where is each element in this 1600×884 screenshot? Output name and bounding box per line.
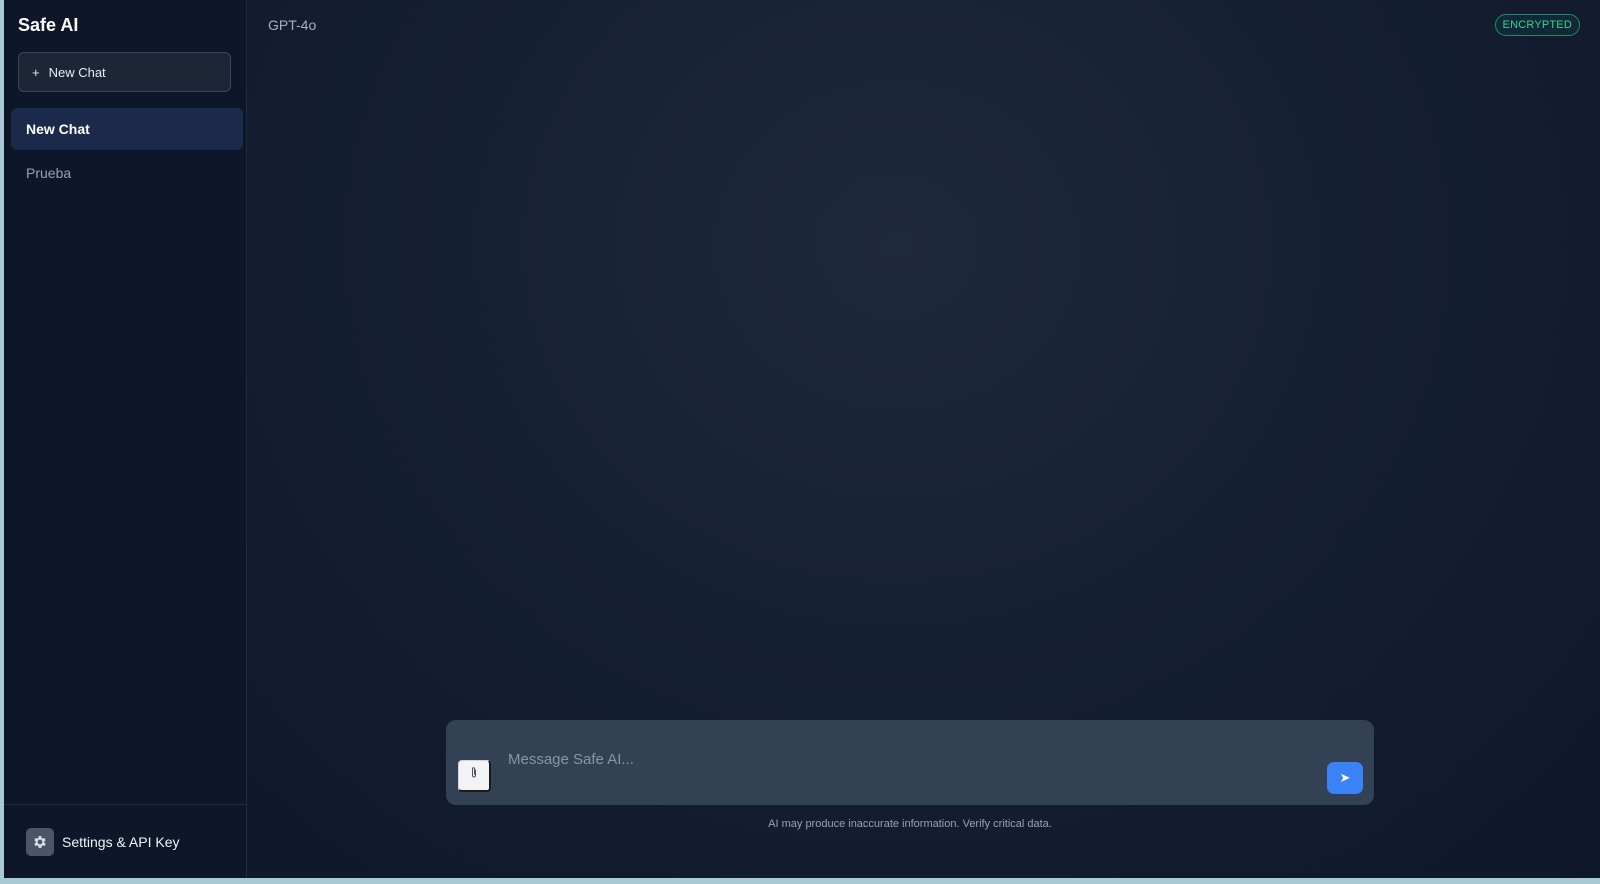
disclaimer-text: AI may produce inaccurate information. V… <box>768 818 1052 830</box>
new-chat-button[interactable]: + New Chat <box>18 52 231 92</box>
sidebar: Safe AI + New Chat New Chat Prueba Setti… <box>4 0 247 878</box>
plus-icon: + <box>32 64 40 80</box>
chat-item-label: Prueba <box>26 165 72 181</box>
app-window: Safe AI + New Chat New Chat Prueba Setti… <box>4 0 1600 878</box>
chat-list: New Chat Prueba <box>11 108 243 196</box>
send-button[interactable]: ➤ <box>1327 762 1363 794</box>
settings-label: Settings & API Key <box>62 833 180 850</box>
encrypted-badge: ENCRYPTED <box>1494 14 1580 36</box>
chat-item-prueba[interactable]: Prueba <box>11 152 243 194</box>
chat-item-new-chat[interactable]: New Chat <box>11 108 243 150</box>
gear-icon <box>26 827 54 856</box>
message-composer: ➤ <box>446 720 1374 805</box>
message-input[interactable] <box>506 747 1310 771</box>
new-chat-label: New Chat <box>48 64 106 80</box>
attach-button[interactable] <box>458 760 491 792</box>
settings-button[interactable]: Settings & API Key <box>4 804 246 878</box>
brand-title: Safe AI <box>18 15 79 35</box>
model-selector[interactable]: GPT-4o <box>268 17 316 33</box>
send-icon: ➤ <box>1339 770 1351 785</box>
paperclip-icon <box>469 766 479 785</box>
chat-main: GPT-4o ENCRYPTED ➤ AI may produce inaccu… <box>247 0 1600 878</box>
chat-item-label: New Chat <box>26 121 90 137</box>
